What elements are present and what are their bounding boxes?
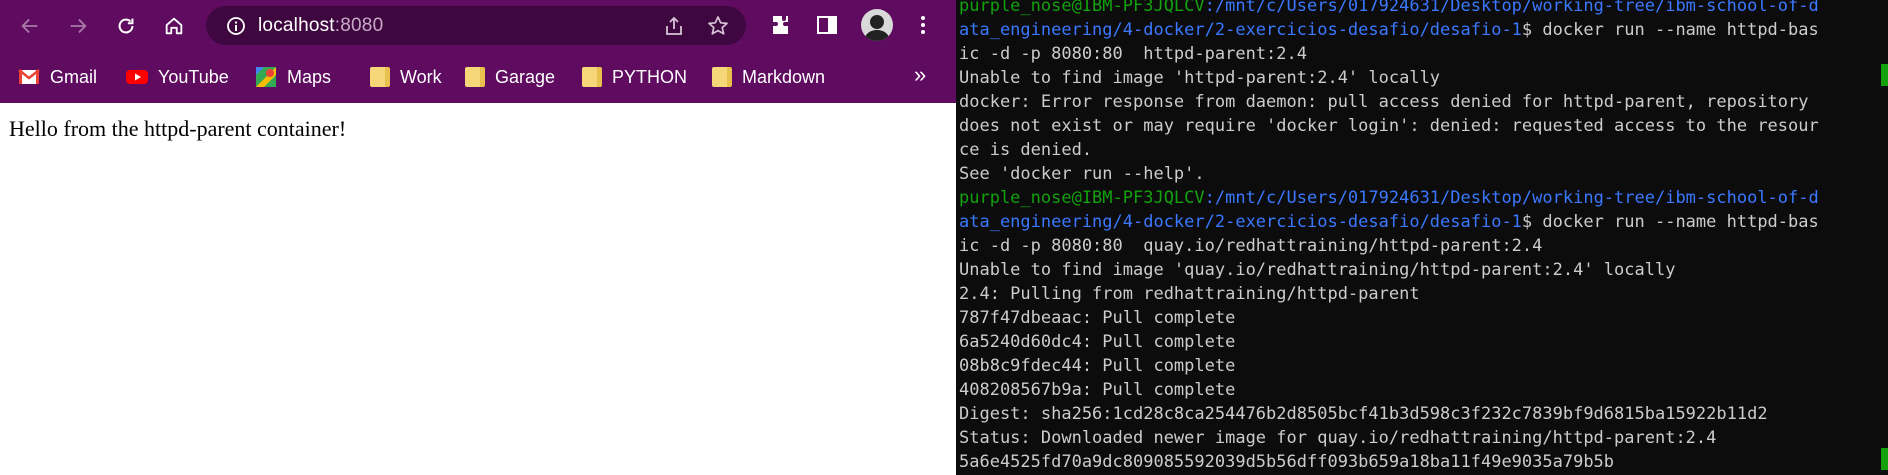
bookmark-label: Work: [400, 66, 442, 87]
terminal-text: docker: Error response from daemon: pull…: [959, 92, 1809, 112]
prompt-path: :/mnt/c/Users/017924631/Desktop/working-…: [1204, 188, 1819, 208]
forward-button[interactable]: [62, 10, 94, 42]
terminal-text: 2.4: Pulling from redhattraining/httpd-p…: [959, 284, 1420, 304]
share-icon[interactable]: [662, 14, 686, 38]
page-body-text: Hello from the httpd-parent container!: [9, 116, 347, 141]
youtube-icon: [126, 67, 148, 87]
menu-kebab-icon[interactable]: [910, 12, 936, 38]
terminal-line: Unable to find image 'httpd-parent:2.4' …: [959, 66, 1440, 90]
extensions-icon[interactable]: [768, 12, 794, 38]
terminal-line: purple_nose@IBM-PF3JQLCV:/mnt/c/Users/01…: [959, 186, 1819, 210]
terminal-text: See 'docker run --help'.: [959, 164, 1205, 184]
terminal-text: Unable to find image 'httpd-parent:2.4' …: [959, 68, 1441, 88]
terminal-line: does not exist or may require 'docker lo…: [959, 114, 1819, 138]
terminal-text: Unable to find image 'quay.io/redhattrai…: [959, 260, 1676, 280]
terminal-line: 408208567b9a: Pull complete: [959, 378, 1235, 402]
prompt-path: ata_engineering/4-docker/2-exercicios-de…: [959, 212, 1522, 232]
scroll-marker: [1881, 64, 1888, 86]
terminal-text: ic -d -p 8080:80 quay.io/redhattraining/…: [959, 236, 1543, 256]
home-button[interactable]: [158, 10, 190, 42]
terminal-line: 5a6e4525fd70a9dc809085592039d5b56dff093b…: [959, 450, 1614, 474]
terminal-line: 787f47dbeaac: Pull complete: [959, 306, 1235, 330]
reload-icon: [118, 18, 134, 34]
terminal-text: ic -d -p 8080:80 httpd-parent:2.4: [959, 44, 1307, 64]
terminal-text: 5a6e4525fd70a9dc809085592039d5b56dff093b…: [959, 452, 1615, 472]
gmail-icon: [18, 67, 40, 87]
terminal-line: ic -d -p 8080:80 httpd-parent:2.4: [959, 42, 1307, 66]
terminal-line: Status: Downloaded newer image for quay.…: [959, 426, 1716, 450]
bookmark-maps[interactable]: Maps: [255, 65, 331, 89]
terminal-line: ata_engineering/4-docker/2-exercicios-de…: [959, 18, 1819, 42]
browser-toolbar: localhost:8080: [0, 0, 956, 51]
bookmark-label: PYTHON: [612, 66, 688, 87]
terminal-line: See 'docker run --help'.: [959, 162, 1205, 186]
browser-window: localhost:8080 Gmail YouTube Maps Work G…: [0, 0, 956, 475]
terminal-text: ce is denied.: [959, 140, 1093, 160]
prompt-path: :/mnt/c/Users/017924631/Desktop/working-…: [1204, 0, 1819, 16]
terminal-text: Digest: sha256:1cd28c8ca254476b2d8505bcf…: [959, 404, 1768, 424]
terminal-line: ata_engineering/4-docker/2-exercicios-de…: [959, 210, 1819, 234]
bookmark-folder-garage[interactable]: Garage: [463, 65, 555, 89]
prompt-path: ata_engineering/4-docker/2-exercicios-de…: [959, 20, 1522, 40]
maps-icon: [255, 67, 277, 87]
terminal-text: $ docker run --name httpd-bas: [1521, 20, 1819, 40]
terminal-line: ic -d -p 8080:80 quay.io/redhattraining/…: [959, 234, 1542, 258]
side-panel-icon[interactable]: [814, 12, 840, 38]
bookmark-folder-python[interactable]: PYTHON: [580, 65, 687, 89]
info-icon[interactable]: [226, 16, 246, 36]
home-icon: [165, 17, 183, 35]
url-host: localhost: [258, 14, 335, 36]
terminal-text: 787f47dbeaac: Pull complete: [959, 308, 1236, 328]
terminal-line: 6a5240d60dc4: Pull complete: [959, 330, 1235, 354]
terminal-text: $ docker run --name httpd-bas: [1521, 212, 1819, 232]
url-port: :8080: [334, 14, 384, 36]
back-button[interactable]: [14, 10, 46, 42]
bookmark-label: Maps: [287, 66, 332, 87]
terminal-line: ce is denied.: [959, 138, 1092, 162]
bookmark-folder-markdown[interactable]: Markdown: [710, 65, 825, 89]
bookmark-folder-work[interactable]: Work: [368, 65, 442, 89]
terminal-text: Status: Downloaded newer image for quay.…: [959, 428, 1717, 448]
terminal-line: docker: Error response from daemon: pull…: [959, 90, 1809, 114]
folder-icon: [368, 67, 390, 87]
bookmark-label: Gmail: [50, 66, 98, 87]
star-icon[interactable]: [706, 14, 730, 38]
terminal-line: Digest: sha256:1cd28c8ca254476b2d8505bcf…: [959, 402, 1768, 426]
folder-icon: [710, 67, 732, 87]
profile-avatar[interactable]: [861, 9, 893, 41]
terminal-text: 08b8c9fdec44: Pull complete: [959, 356, 1236, 376]
terminal-line: 2.4: Pulling from redhattraining/httpd-p…: [959, 282, 1420, 306]
terminal-line: Unable to find image 'quay.io/redhattrai…: [959, 258, 1675, 282]
arrow-right-icon: [70, 18, 87, 34]
folder-icon: [580, 67, 602, 87]
terminal-line: 08b8c9fdec44: Pull complete: [959, 354, 1235, 378]
folder-icon: [463, 67, 485, 87]
bookmark-gmail[interactable]: Gmail: [18, 65, 97, 89]
user-silhouette-icon: [864, 15, 890, 41]
bookmark-label: YouTube: [158, 66, 229, 87]
terminal-text: 6a5240d60dc4: Pull complete: [959, 332, 1236, 352]
terminal-window[interactable]: purple_nose@IBM-PF3JQLCV:/mnt/c/Users/01…: [956, 0, 1888, 475]
url-text: localhost:8080: [258, 15, 383, 37]
bookmark-label: Markdown: [742, 66, 826, 87]
prompt-user: purple_nose@IBM-PF3JQLCV: [959, 188, 1205, 208]
terminal-line: purple_nose@IBM-PF3JQLCV:/mnt/c/Users/01…: [959, 0, 1819, 18]
address-bar[interactable]: localhost:8080: [206, 6, 746, 45]
reload-button[interactable]: [110, 10, 142, 42]
prompt-user: purple_nose@IBM-PF3JQLCV: [959, 0, 1205, 16]
bookmark-label: Garage: [495, 66, 556, 87]
terminal-text: 408208567b9a: Pull complete: [959, 380, 1236, 400]
terminal-text: does not exist or may require 'docker lo…: [959, 116, 1819, 136]
bookmarks-bar: Gmail YouTube Maps Work Garage PYTHON Ma…: [0, 51, 956, 103]
bookmark-youtube[interactable]: YouTube: [126, 65, 229, 89]
scroll-marker: [1881, 448, 1888, 470]
arrow-left-icon: [21, 18, 38, 34]
bookmarks-overflow-button[interactable]: »: [914, 62, 926, 88]
